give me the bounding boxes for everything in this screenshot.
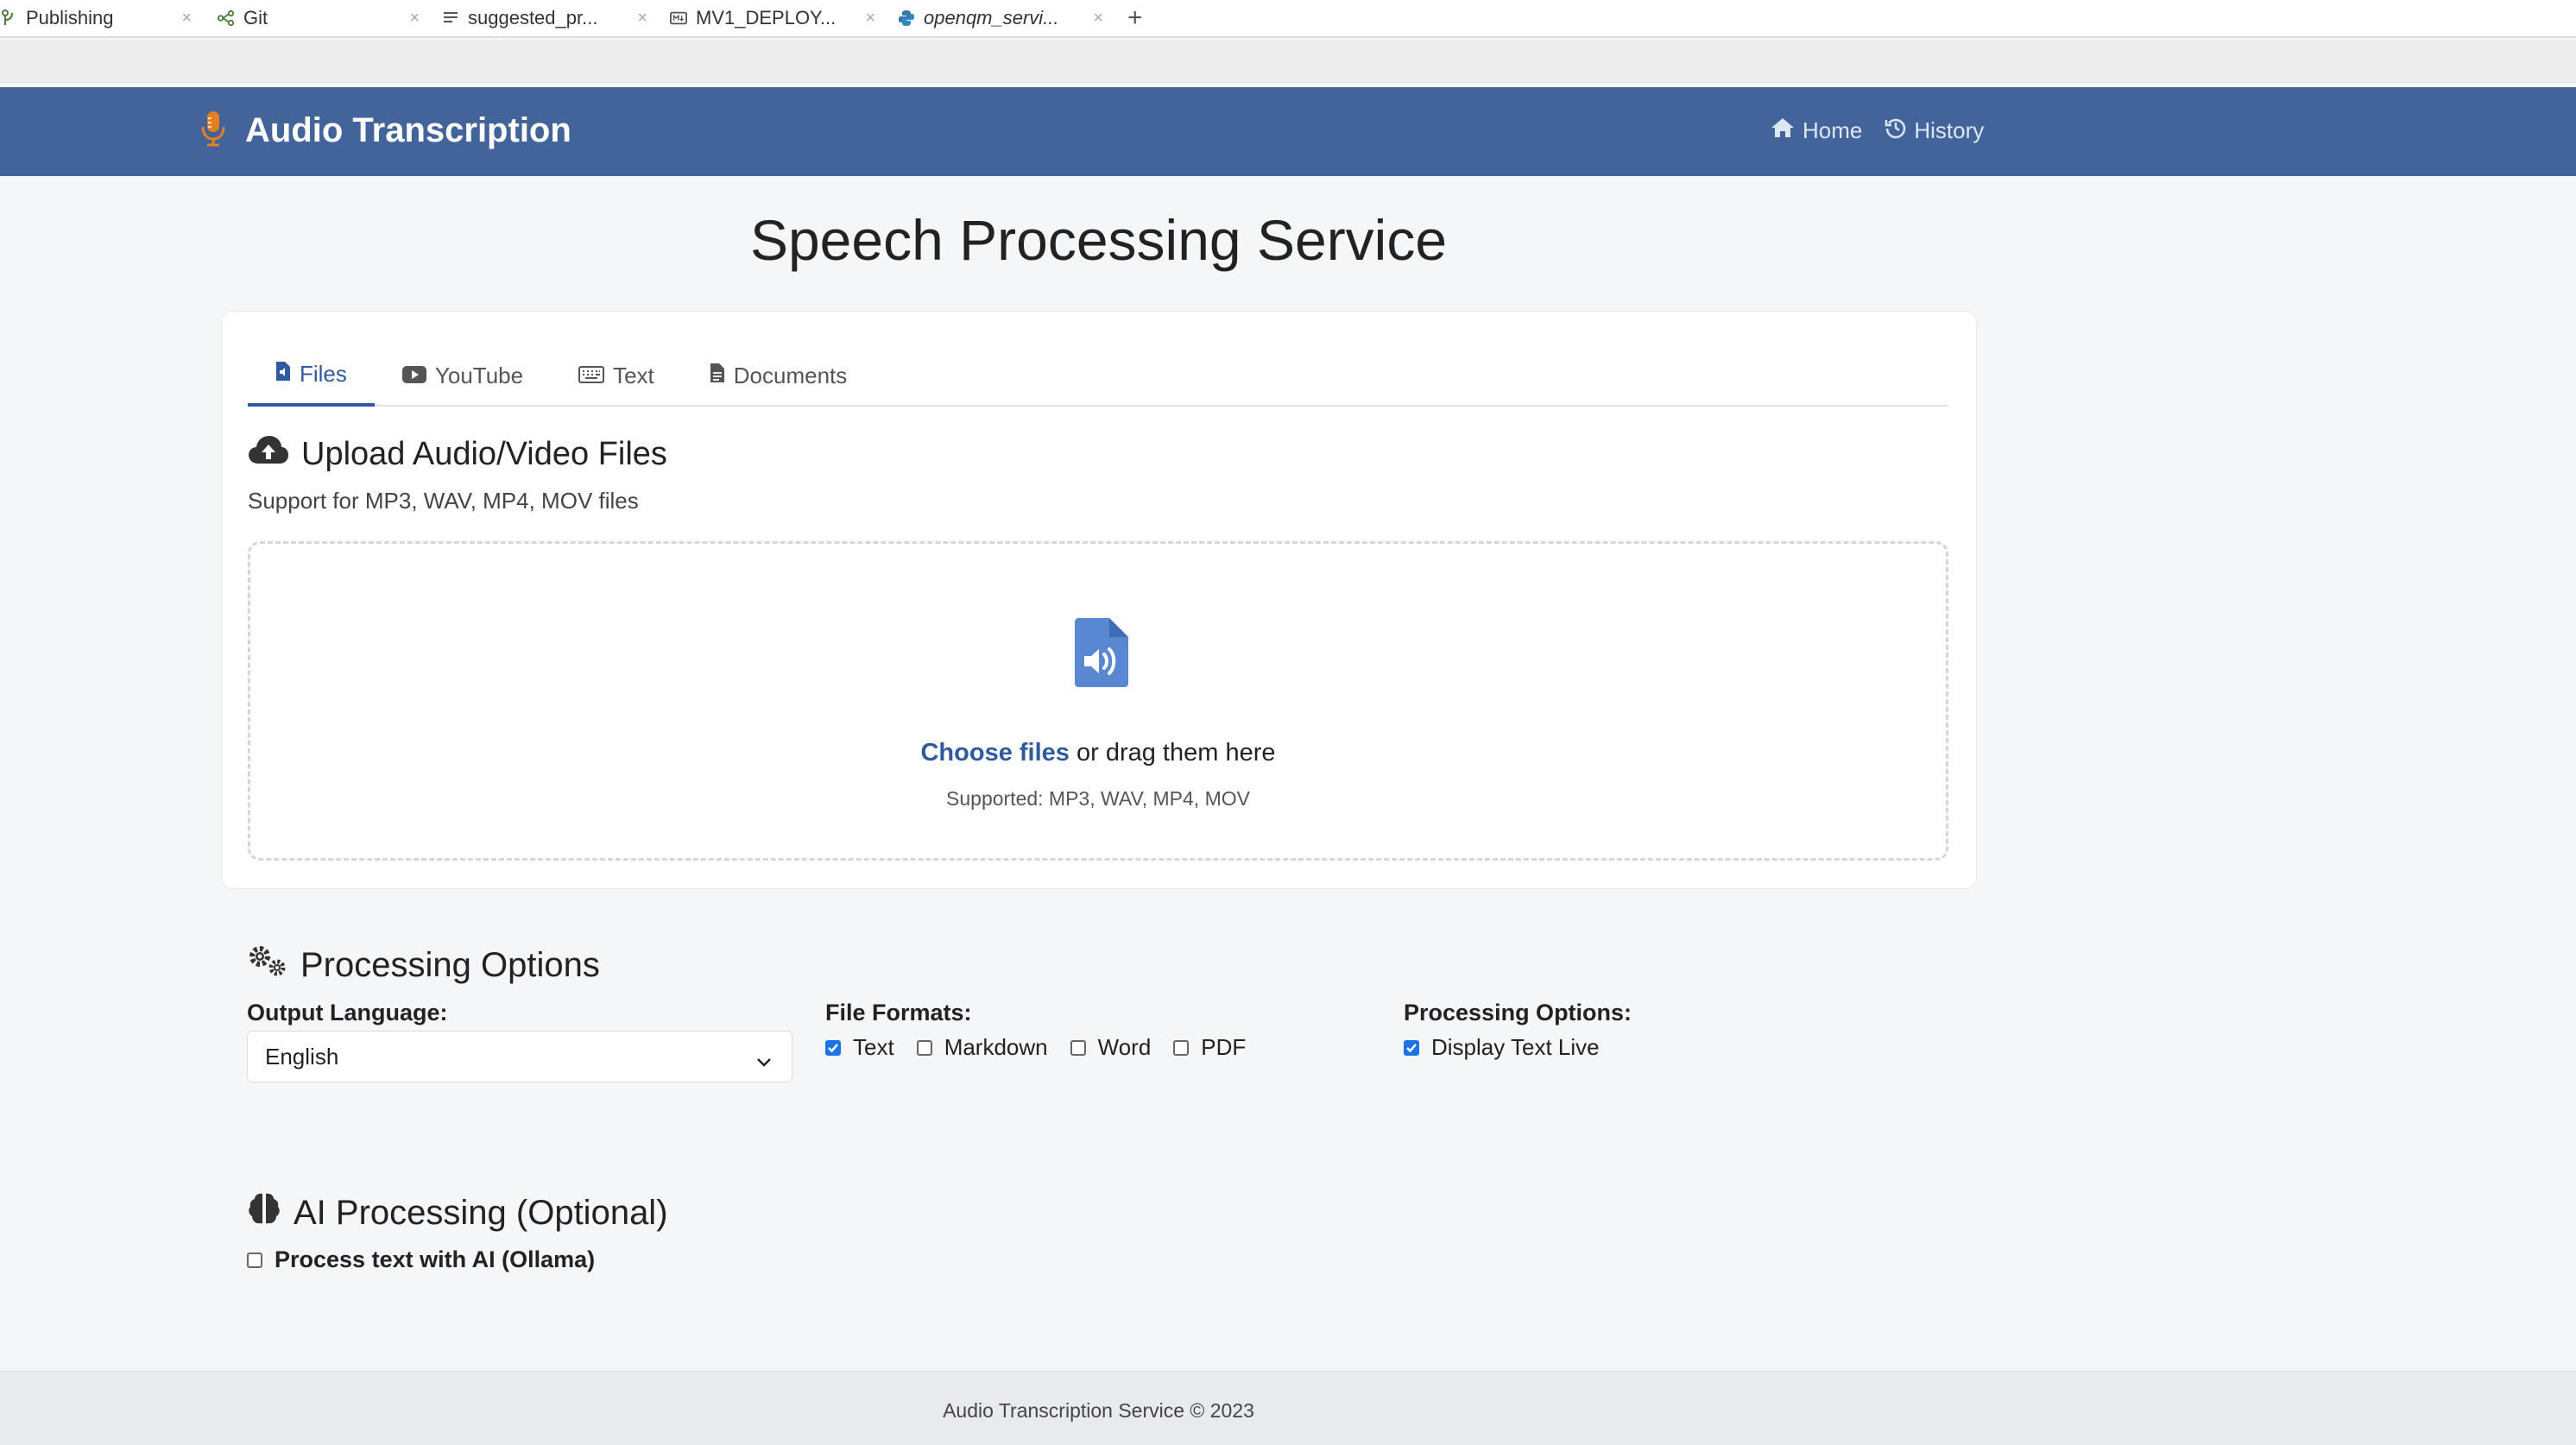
text-file-icon: [442, 9, 459, 27]
processing-options-heading: Processing Options: [247, 944, 600, 986]
brand-title: Audio Transcription: [245, 111, 571, 149]
tab-files[interactable]: Files: [248, 344, 375, 407]
close-icon[interactable]: ×: [865, 9, 875, 28]
file-formats-group: Text Markdown Word PDF: [825, 1034, 1268, 1061]
checkbox-icon: [247, 1252, 262, 1268]
nav-links: Home History: [1770, 117, 1984, 145]
format-word-label: Word: [1097, 1034, 1152, 1060]
file-dropzone[interactable]: Choose files or drag them here Supported…: [248, 541, 1948, 861]
editor-tab-label: MV1_DEPLOY...: [696, 7, 837, 28]
history-icon: [1885, 117, 1907, 145]
editor-tab-mv1[interactable]: MV1_DEPLOY... ×: [656, 0, 884, 37]
file-audio-icon: [275, 361, 291, 388]
editor-tab-publishing[interactable]: Publishing ×: [0, 0, 200, 37]
tab-youtube[interactable]: YouTube: [375, 344, 551, 407]
format-markdown-checkbox[interactable]: Markdown: [916, 1034, 1048, 1061]
tab-youtube-label: YouTube: [434, 362, 524, 388]
nav-home-label: Home: [1803, 117, 1863, 143]
checkbox-checked-icon: [825, 1039, 841, 1056]
processing-options-group: Display Text Live: [1404, 1034, 1622, 1061]
file-formats-label: File Formats:: [825, 1000, 972, 1025]
editor-tab-label: suggested_pr...: [468, 7, 598, 28]
format-text-label: Text: [853, 1034, 894, 1060]
footer-text: Audio Transcription Service © 2023: [943, 1399, 1254, 1422]
format-pdf-checkbox[interactable]: PDF: [1173, 1034, 1246, 1061]
tab-documents-label: Documents: [733, 362, 848, 388]
upload-card: Files YouTube Text Documents Upload Audi…: [221, 311, 1977, 889]
editor-tab-openqm[interactable]: openqm_servi... ×: [884, 0, 1112, 37]
output-language-select[interactable]: English: [247, 1031, 792, 1082]
checkbox-icon: [916, 1039, 932, 1056]
toolbar-strip: [0, 40, 2576, 83]
microphone-icon: [200, 110, 226, 152]
drag-text: or drag them here: [1069, 739, 1276, 767]
ai-processing-heading: AI Processing (Optional): [247, 1191, 668, 1234]
markdown-icon: [670, 9, 687, 27]
home-icon: [1770, 117, 1796, 145]
close-icon[interactable]: ×: [181, 9, 192, 28]
page-title: Speech Processing Service: [749, 208, 1448, 272]
source-tabs: Files YouTube Text Documents: [248, 344, 1948, 407]
git-graph-icon: [218, 9, 235, 27]
navbar: Audio Transcription Home History: [0, 87, 2576, 176]
close-icon[interactable]: ×: [637, 9, 647, 28]
editor-tab-suggested[interactable]: suggested_pr... ×: [428, 0, 656, 37]
display-text-live-label: Display Text Live: [1431, 1034, 1600, 1060]
tab-files-label: Files: [300, 360, 347, 387]
youtube-icon: [401, 363, 426, 389]
tab-documents[interactable]: Documents: [682, 344, 875, 407]
nav-home-link[interactable]: Home: [1770, 117, 1862, 145]
python-icon: [898, 9, 915, 27]
upload-title: Upload Audio/Video Files: [301, 435, 667, 472]
git-branch-icon: [0, 9, 17, 27]
nav-history-label: History: [1914, 117, 1985, 143]
format-markdown-label: Markdown: [944, 1034, 1048, 1060]
gears-icon: [247, 944, 288, 986]
display-text-live-checkbox[interactable]: Display Text Live: [1404, 1034, 1600, 1061]
close-icon[interactable]: ×: [1093, 9, 1103, 28]
format-pdf-label: PDF: [1201, 1034, 1247, 1060]
keyboard-icon: [578, 363, 605, 389]
editor-tab-label: Publishing: [26, 7, 114, 28]
checkbox-checked-icon: [1404, 1039, 1419, 1056]
ai-processing-title: AI Processing (Optional): [294, 1193, 668, 1232]
chevron-down-icon: [755, 1047, 773, 1074]
brand[interactable]: Audio Transcription: [200, 110, 571, 152]
footer: Audio Transcription Service © 2023: [0, 1371, 2576, 1445]
brain-icon: [247, 1191, 281, 1234]
processing-options-label: Processing Options:: [1404, 1000, 1632, 1025]
nav-history-link[interactable]: History: [1885, 117, 1984, 145]
ai-processing-label: Process text with AI (Ollama): [275, 1246, 596, 1272]
format-text-checkbox[interactable]: Text: [825, 1034, 894, 1061]
editor-tab-label: openqm_servi...: [924, 7, 1059, 28]
tab-text-label: Text: [613, 362, 654, 388]
output-language-label: Output Language:: [247, 1000, 448, 1025]
upload-heading: Upload Audio/Video Files: [248, 434, 667, 474]
ai-processing-checkbox[interactable]: Process text with AI (Ollama): [247, 1246, 595, 1273]
file-audio-icon: [1075, 618, 1128, 691]
plus-icon[interactable]: +: [1127, 5, 1143, 31]
cloud-upload-icon: [248, 434, 289, 474]
choose-files-link[interactable]: Choose files: [920, 739, 1069, 767]
close-icon[interactable]: ×: [409, 9, 420, 28]
checkbox-icon: [1173, 1039, 1190, 1056]
checkbox-icon: [1070, 1039, 1086, 1056]
dropzone-prompt: Choose files or drag them here: [250, 739, 1946, 767]
editor-tab-git[interactable]: Git ×: [200, 0, 428, 37]
document-icon: [710, 363, 725, 389]
editor-tab-strip: Publishing × Git × suggested_pr... × MV1…: [0, 0, 2576, 38]
supported-formats: Supported: MP3, WAV, MP4, MOV: [946, 787, 1250, 810]
output-language-value: English: [265, 1043, 339, 1070]
upload-subtitle: Support for MP3, WAV, MP4, MOV files: [248, 488, 639, 514]
tab-text[interactable]: Text: [551, 344, 682, 407]
editor-tab-label: Git: [243, 7, 268, 28]
format-word-checkbox[interactable]: Word: [1070, 1034, 1152, 1061]
processing-options-title: Processing Options: [300, 945, 600, 984]
